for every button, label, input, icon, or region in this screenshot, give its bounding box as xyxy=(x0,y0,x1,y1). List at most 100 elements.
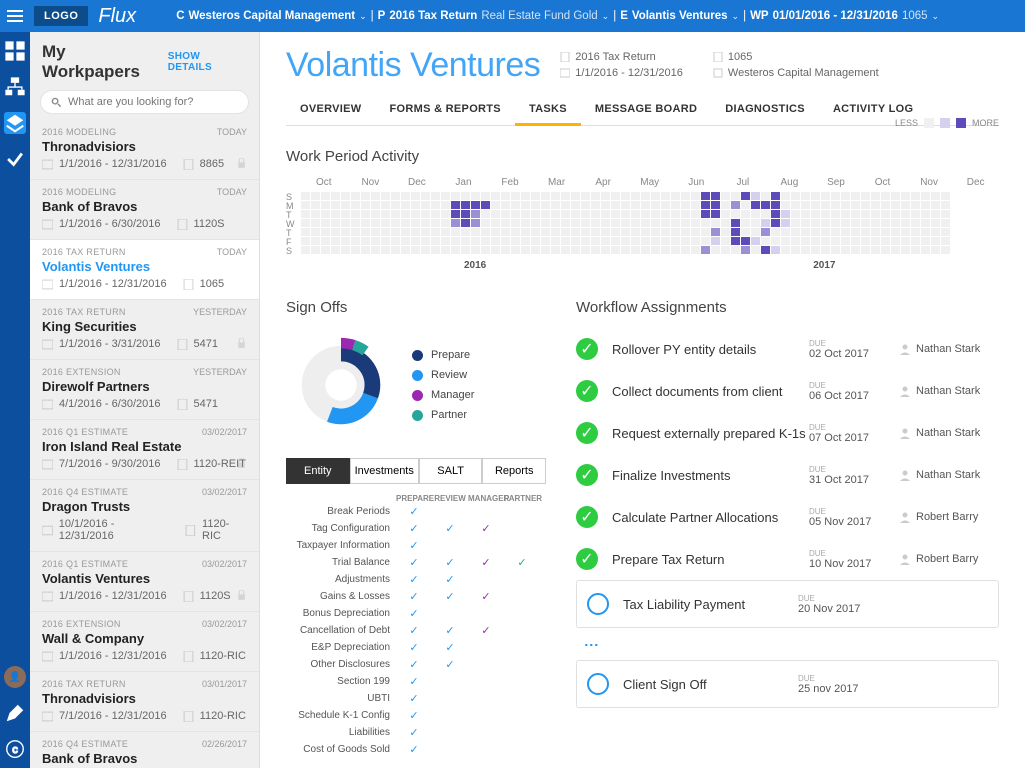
heatmap-cell[interactable] xyxy=(311,246,320,254)
heatmap-cell[interactable] xyxy=(521,192,530,200)
heatmap-cell[interactable] xyxy=(611,192,620,200)
heatmap-cell[interactable] xyxy=(691,228,700,236)
heatmap-cell[interactable] xyxy=(721,201,730,209)
heatmap-cell[interactable] xyxy=(591,201,600,209)
heatmap-cell[interactable] xyxy=(581,219,590,227)
signoff-row[interactable]: Taxpayer Information✓ xyxy=(286,537,546,554)
heatmap-cell[interactable] xyxy=(431,201,440,209)
heatmap-cell[interactable] xyxy=(741,210,750,218)
heatmap-cell[interactable] xyxy=(661,228,670,236)
heatmap-cell[interactable] xyxy=(811,246,820,254)
heatmap-cell[interactable] xyxy=(771,192,780,200)
heatmap-cell[interactable] xyxy=(921,201,930,209)
heatmap-cell[interactable] xyxy=(791,192,800,200)
heatmap-cell[interactable] xyxy=(591,237,600,245)
heatmap-cell[interactable] xyxy=(601,201,610,209)
heatmap-cell[interactable] xyxy=(411,237,420,245)
heatmap-cell[interactable] xyxy=(751,192,760,200)
heatmap-cell[interactable] xyxy=(701,210,710,218)
heatmap-cell[interactable] xyxy=(911,201,920,209)
heatmap-cell[interactable] xyxy=(571,228,580,236)
heatmap-cell[interactable] xyxy=(601,237,610,245)
tab-forms-reports[interactable]: FORMS & REPORTS xyxy=(376,95,515,125)
heatmap-cell[interactable] xyxy=(591,210,600,218)
heatmap-cell[interactable] xyxy=(871,219,880,227)
heatmap-cell[interactable] xyxy=(321,237,330,245)
heatmap-cell[interactable] xyxy=(331,228,340,236)
heatmap-cell[interactable] xyxy=(781,246,790,254)
heatmap-cell[interactable] xyxy=(861,192,870,200)
heatmap-cell[interactable] xyxy=(831,246,840,254)
heatmap-cell[interactable] xyxy=(301,237,310,245)
heatmap-cell[interactable] xyxy=(691,219,700,227)
heatmap-cell[interactable] xyxy=(461,192,470,200)
heatmap-cell[interactable] xyxy=(541,237,550,245)
heatmap-cell[interactable] xyxy=(671,219,680,227)
heatmap-cell[interactable] xyxy=(741,219,750,227)
heatmap-cell[interactable] xyxy=(391,228,400,236)
heatmap-cell[interactable] xyxy=(851,219,860,227)
heatmap-cell[interactable] xyxy=(601,246,610,254)
workpaper-item[interactable]: 2016 EXTENSIONYESTERDAY Direwolf Partner… xyxy=(30,360,259,420)
heatmap-cell[interactable] xyxy=(641,192,650,200)
heatmap-cell[interactable] xyxy=(361,219,370,227)
heatmap-cell[interactable] xyxy=(361,201,370,209)
workflow-item[interactable]: ✓ Calculate Partner Allocations DUE05 No… xyxy=(576,496,999,538)
heatmap-cell[interactable] xyxy=(671,237,680,245)
heatmap-cell[interactable] xyxy=(311,210,320,218)
heatmap-cell[interactable] xyxy=(801,219,810,227)
heatmap-cell[interactable] xyxy=(911,246,920,254)
signoff-row[interactable]: Gains & Losses✓✓✓ xyxy=(286,588,546,605)
heatmap-cell[interactable] xyxy=(541,201,550,209)
heatmap-cell[interactable] xyxy=(861,228,870,236)
heatmap-cell[interactable] xyxy=(801,210,810,218)
heatmap-cell[interactable] xyxy=(921,219,930,227)
heatmap-cell[interactable] xyxy=(611,201,620,209)
heatmap-cell[interactable] xyxy=(761,219,770,227)
heatmap-cell[interactable] xyxy=(451,228,460,236)
heatmap-cell[interactable] xyxy=(911,192,920,200)
heatmap-cell[interactable] xyxy=(471,192,480,200)
heatmap-cell[interactable] xyxy=(561,228,570,236)
heatmap-cell[interactable] xyxy=(591,246,600,254)
signoff-row[interactable]: Break Periods✓ xyxy=(286,503,546,520)
heatmap-cell[interactable] xyxy=(811,219,820,227)
heatmap-cell[interactable] xyxy=(571,192,580,200)
search-input[interactable] xyxy=(40,90,249,114)
heatmap-cell[interactable] xyxy=(691,237,700,245)
heatmap-cell[interactable] xyxy=(581,192,590,200)
heatmap-cell[interactable] xyxy=(571,237,580,245)
heatmap-cell[interactable] xyxy=(381,192,390,200)
heatmap-cell[interactable] xyxy=(621,246,630,254)
heatmap-cell[interactable] xyxy=(661,201,670,209)
heatmap-cell[interactable] xyxy=(831,228,840,236)
heatmap-cell[interactable] xyxy=(441,246,450,254)
heatmap-cell[interactable] xyxy=(381,201,390,209)
heatmap-cell[interactable] xyxy=(891,192,900,200)
heatmap-cell[interactable] xyxy=(631,201,640,209)
heatmap-cell[interactable] xyxy=(331,210,340,218)
heatmap-cell[interactable] xyxy=(751,210,760,218)
heatmap-cell[interactable] xyxy=(431,219,440,227)
heatmap-cell[interactable] xyxy=(731,219,740,227)
heatmap-cell[interactable] xyxy=(861,246,870,254)
workpaper-item[interactable]: 2016 MODELINGTODAY Bank of Bravos 1/1/20… xyxy=(30,180,259,240)
heatmap-cell[interactable] xyxy=(811,192,820,200)
heatmap-cell[interactable] xyxy=(491,201,500,209)
heatmap-cell[interactable] xyxy=(931,192,940,200)
heatmap-cell[interactable] xyxy=(711,246,720,254)
heatmap-cell[interactable] xyxy=(611,237,620,245)
heatmap-cell[interactable] xyxy=(501,246,510,254)
heatmap-cell[interactable] xyxy=(331,192,340,200)
heatmap-cell[interactable] xyxy=(351,237,360,245)
heatmap-cell[interactable] xyxy=(561,219,570,227)
heatmap-cell[interactable] xyxy=(391,246,400,254)
workflow-item[interactable]: ✓ Finalize Investments DUE31 Oct 2017 Na… xyxy=(576,454,999,496)
heatmap-cell[interactable] xyxy=(461,219,470,227)
heatmap-cell[interactable] xyxy=(681,246,690,254)
heatmap-cell[interactable] xyxy=(841,192,850,200)
heatmap-cell[interactable] xyxy=(611,246,620,254)
heatmap-cell[interactable] xyxy=(371,246,380,254)
workpaper-item[interactable]: 2016 Q4 ESTIMATE02/26/2017 Bank of Bravo… xyxy=(30,732,259,768)
heatmap-cell[interactable] xyxy=(411,210,420,218)
